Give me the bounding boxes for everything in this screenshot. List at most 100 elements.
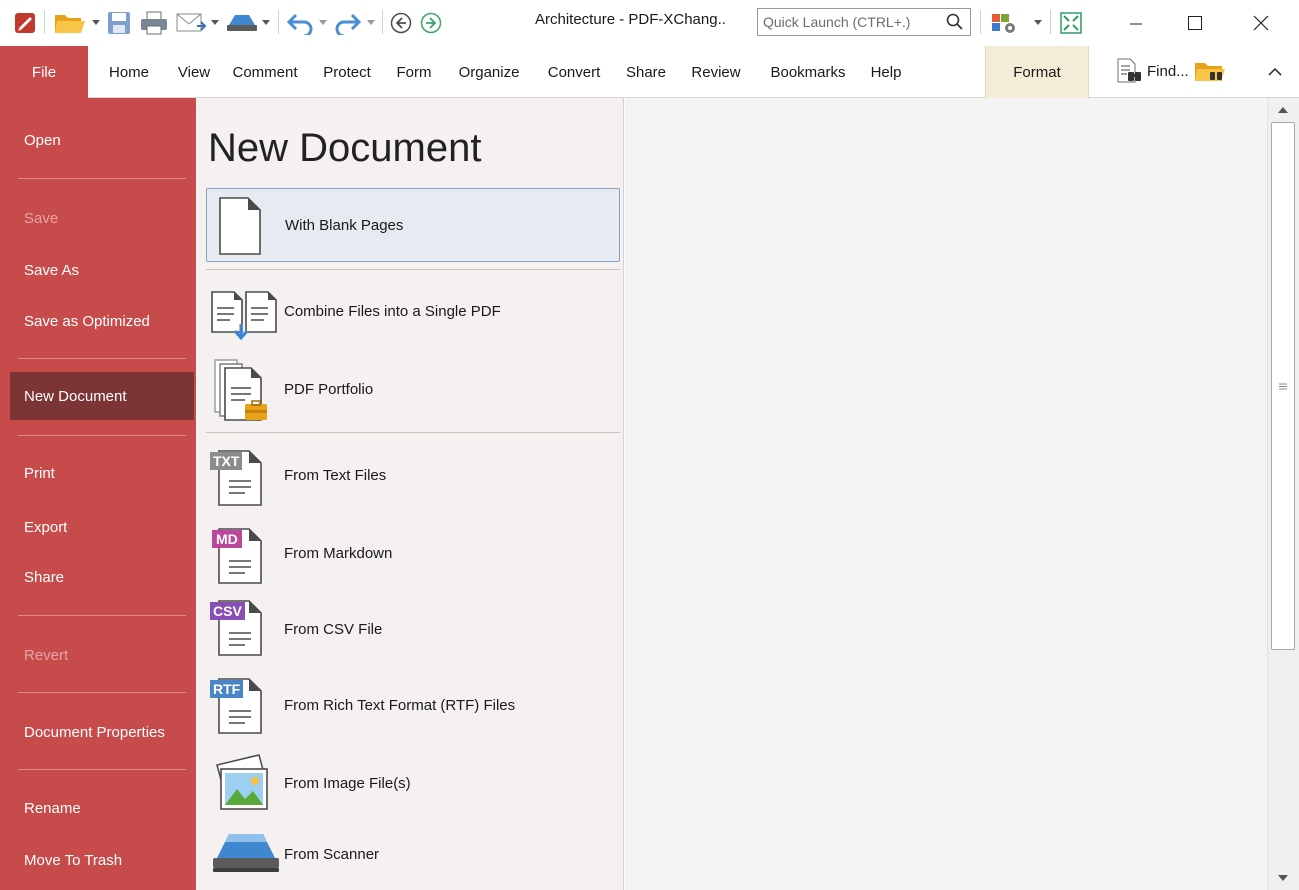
toolbar-divider: [980, 10, 981, 34]
tab-home[interactable]: Home: [98, 46, 160, 98]
with-blank-pages-button[interactable]: With Blank Pages: [206, 188, 620, 262]
tab-format[interactable]: Format: [985, 46, 1089, 98]
nav-divider: [18, 178, 186, 179]
nav-new-document[interactable]: New Document: [10, 372, 194, 420]
toolbar-divider: [44, 10, 45, 34]
quick-launch-search[interactable]: [757, 8, 971, 36]
quick-launch-input[interactable]: [763, 14, 943, 30]
from-text-files-label: From Text Files: [284, 466, 387, 484]
nav-save-as-optimized[interactable]: Save as Optimized: [10, 298, 194, 344]
toolbar-divider: [382, 10, 383, 34]
minimize-button[interactable]: [1113, 0, 1159, 46]
tab-form[interactable]: Form: [386, 46, 442, 98]
scrollbar-thumb[interactable]: [1271, 122, 1295, 650]
chevron-up-icon: [1278, 107, 1288, 113]
csv-file-icon: CSV: [208, 596, 268, 660]
close-button[interactable]: [1238, 0, 1284, 46]
toolbar-divider: [1050, 10, 1051, 34]
pdf-xchange-logo-icon[interactable]: [12, 11, 38, 35]
tab-view[interactable]: View: [170, 46, 218, 98]
window-title: Architecture - PDF-XChang..: [535, 11, 726, 28]
chevron-up-icon: [1268, 67, 1282, 76]
pdf-portfolio-button[interactable]: PDF Portfolio: [206, 354, 620, 424]
from-rtf-button[interactable]: RTF From Rich Text Format (RTF) Files: [206, 670, 620, 740]
rtf-badge: RTF: [210, 680, 244, 698]
txt-badge: TXT: [210, 452, 243, 470]
combine-files-label: Combine Files into a Single PDF: [284, 302, 501, 320]
txt-file-icon: TXT: [208, 444, 268, 508]
maximize-icon: [1188, 16, 1202, 30]
md-badge: MD: [212, 530, 242, 548]
tab-convert[interactable]: Convert: [536, 46, 612, 98]
chevron-down-icon: [1278, 875, 1288, 881]
nav-save-as[interactable]: Save As: [10, 247, 194, 293]
undo-icon[interactable]: [284, 10, 316, 36]
tab-file[interactable]: File: [0, 46, 88, 98]
print-icon[interactable]: [138, 10, 170, 36]
fullscreen-icon[interactable]: [1056, 10, 1086, 36]
collapse-ribbon-button[interactable]: [1262, 58, 1288, 86]
customize-toolbar-icon[interactable]: [988, 10, 1022, 36]
scan-icon[interactable]: [224, 10, 260, 36]
tab-help[interactable]: Help: [862, 46, 910, 98]
nav-open[interactable]: Open: [10, 117, 194, 163]
forward-icon[interactable]: [418, 11, 444, 35]
from-scanner-button[interactable]: From Scanner: [206, 826, 620, 882]
from-rtf-label: From Rich Text Format (RTF) Files: [284, 696, 516, 714]
chevron-down-icon[interactable]: [366, 14, 375, 30]
rtf-file-icon: RTF: [208, 672, 268, 736]
tab-comment[interactable]: Comment: [224, 46, 306, 98]
tab-organize[interactable]: Organize: [446, 46, 532, 98]
scroll-down-button[interactable]: [1271, 868, 1295, 888]
markdown-file-icon: MD: [208, 522, 268, 586]
redo-icon[interactable]: [332, 10, 364, 36]
csv-badge: CSV: [210, 602, 245, 620]
scroll-up-button[interactable]: [1271, 100, 1295, 120]
from-scanner-label: From Scanner: [284, 845, 380, 863]
chevron-down-icon[interactable]: [261, 14, 270, 30]
pdf-portfolio-icon: [208, 356, 284, 424]
nav-document-properties[interactable]: Document Properties: [10, 709, 194, 755]
tab-review[interactable]: Review: [680, 46, 752, 98]
nav-move-to-trash[interactable]: Move To Trash: [10, 837, 194, 883]
nav-divider: [18, 692, 186, 693]
back-icon[interactable]: [388, 11, 414, 35]
nav-print[interactable]: Print: [10, 450, 194, 496]
tab-share[interactable]: Share: [616, 46, 676, 98]
search-icon[interactable]: [946, 13, 964, 34]
vertical-scrollbar[interactable]: [1267, 98, 1299, 890]
email-icon[interactable]: [174, 10, 208, 36]
save-icon[interactable]: [104, 10, 134, 36]
from-image-button[interactable]: From Image File(s): [206, 748, 620, 818]
nav-divider: [18, 358, 186, 359]
nav-rename[interactable]: Rename: [10, 785, 194, 831]
chevron-down-icon[interactable]: [1033, 14, 1042, 30]
chevron-down-icon[interactable]: [318, 14, 327, 30]
nav-share[interactable]: Share: [10, 554, 194, 600]
nav-export[interactable]: Export: [10, 504, 194, 550]
combine-files-button[interactable]: Combine Files into a Single PDF: [206, 278, 620, 344]
ribbon-tab-bar: File Home View Comment Protect Form Orga…: [0, 46, 1299, 98]
find-in-folder-icon: [1194, 63, 1225, 81]
from-text-files-button[interactable]: TXT From Text Files: [206, 442, 620, 508]
from-markdown-button[interactable]: MD From Markdown: [206, 520, 620, 586]
open-folder-icon[interactable]: [50, 9, 90, 37]
maximize-button[interactable]: [1172, 0, 1218, 46]
from-markdown-label: From Markdown: [284, 544, 393, 562]
backstage-nav: Open Save Save As Save as Optimized New …: [0, 98, 196, 890]
nav-save: Save: [24, 209, 59, 227]
chevron-down-icon[interactable]: [210, 14, 219, 30]
tab-protect[interactable]: Protect: [312, 46, 382, 98]
image-file-icon: [208, 750, 284, 816]
from-image-label: From Image File(s): [284, 774, 411, 792]
close-icon: [1253, 15, 1269, 31]
chevron-down-icon[interactable]: [91, 14, 100, 30]
panel-divider: [206, 432, 620, 433]
nav-divider: [18, 615, 186, 616]
find-label: Find...: [1147, 62, 1189, 80]
tab-bookmarks[interactable]: Bookmarks: [758, 46, 858, 98]
from-csv-button[interactable]: CSV From CSV File: [206, 594, 620, 664]
document-area: [625, 98, 1267, 890]
new-document-panel: New Document With Blank Pages Combine Fi…: [196, 98, 624, 890]
find-button[interactable]: Find...: [1115, 56, 1227, 86]
